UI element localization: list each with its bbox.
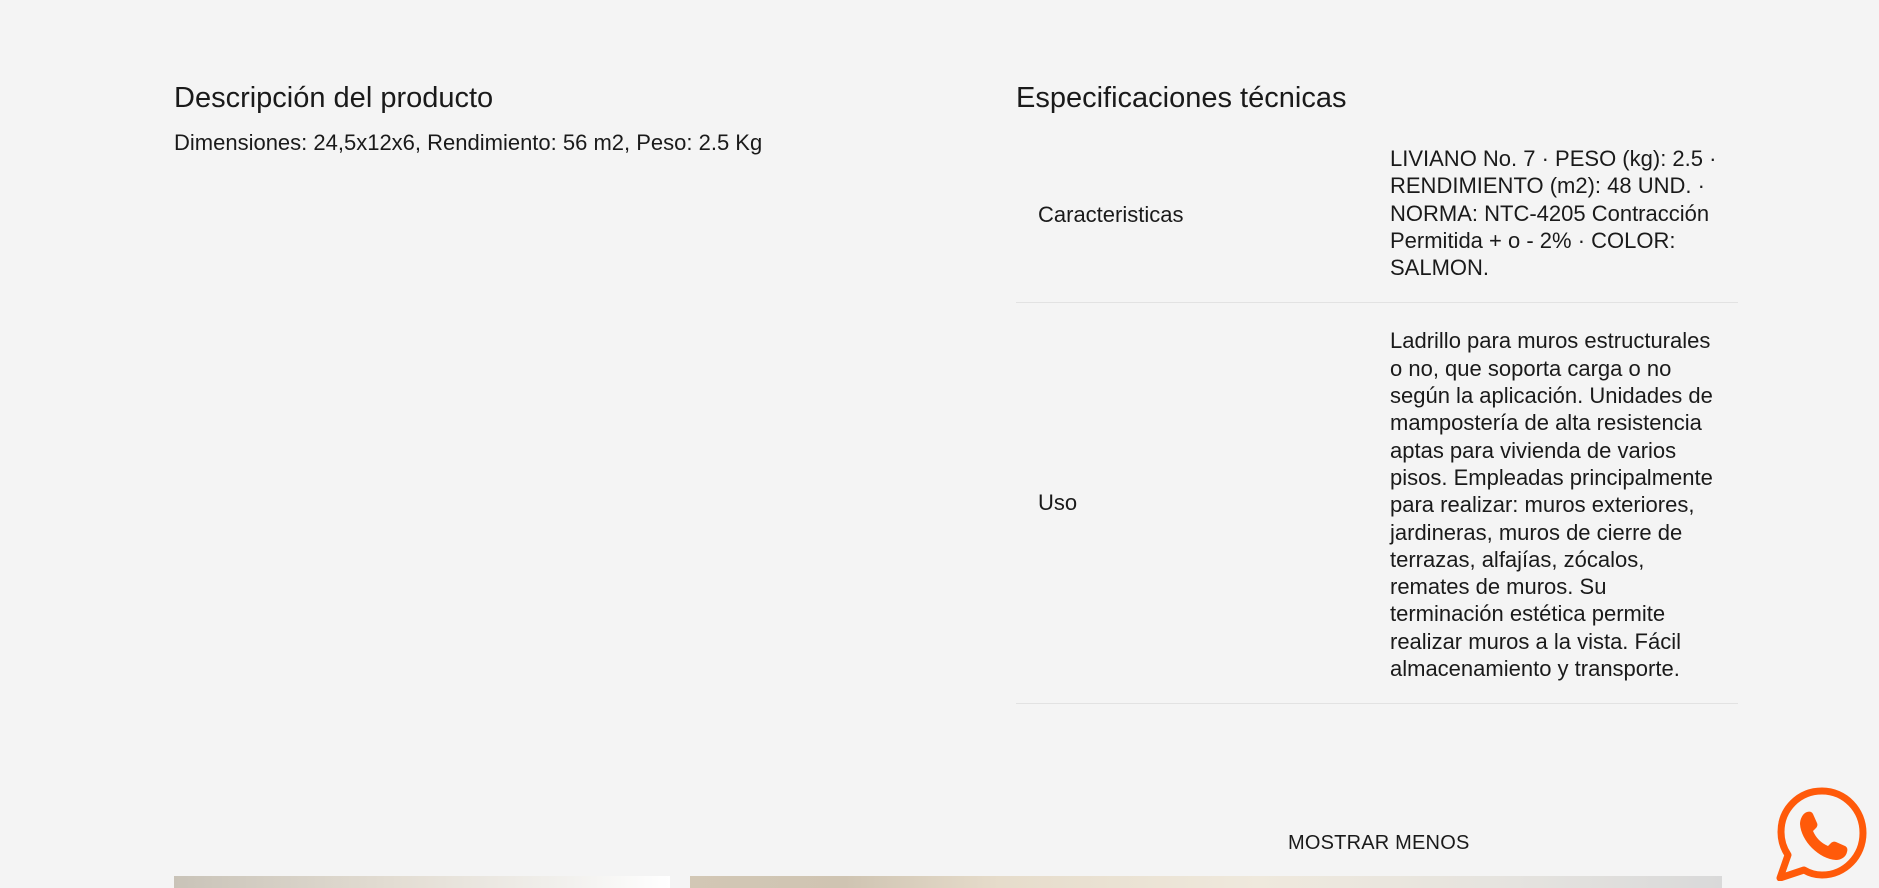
- product-details-page: Descripción del producto Dimensiones: 24…: [0, 0, 1879, 888]
- spec-value: Ladrillo para muros estructurales o no, …: [1390, 328, 1713, 682]
- specs-title: Especificaciones técnicas: [1016, 82, 1347, 114]
- spec-row-uso: Uso Ladrillo para muros estructurales o …: [1016, 303, 1738, 705]
- spec-row-caracteristicas: Caracteristicas LIVIANO No. 7 · PESO (kg…: [1016, 128, 1738, 304]
- whatsapp-icon: [1776, 787, 1867, 882]
- product-image-thumbnail[interactable]: [174, 876, 670, 888]
- description-title: Descripción del producto: [174, 82, 494, 114]
- spec-name: Uso: [1038, 490, 1078, 516]
- technical-specs-section: Especificaciones técnicas Caracteristica…: [1016, 78, 1738, 705]
- spec-name: Caracteristicas: [1038, 202, 1184, 228]
- show-less-button[interactable]: MOSTRAR MENOS: [1280, 826, 1478, 860]
- description-text: Dimensiones: 24,5x12x6, Rendimiento: 56 …: [174, 130, 763, 155]
- specs-table: Caracteristicas LIVIANO No. 7 · PESO (kg…: [1016, 128, 1738, 705]
- whatsapp-button[interactable]: [1774, 785, 1870, 882]
- product-image-main[interactable]: [690, 876, 1722, 888]
- product-description-section: Descripción del producto Dimensiones: 24…: [174, 78, 974, 158]
- spec-value: LIVIANO No. 7 · PESO (kg): 2.5 · RENDIMI…: [1390, 146, 1717, 281]
